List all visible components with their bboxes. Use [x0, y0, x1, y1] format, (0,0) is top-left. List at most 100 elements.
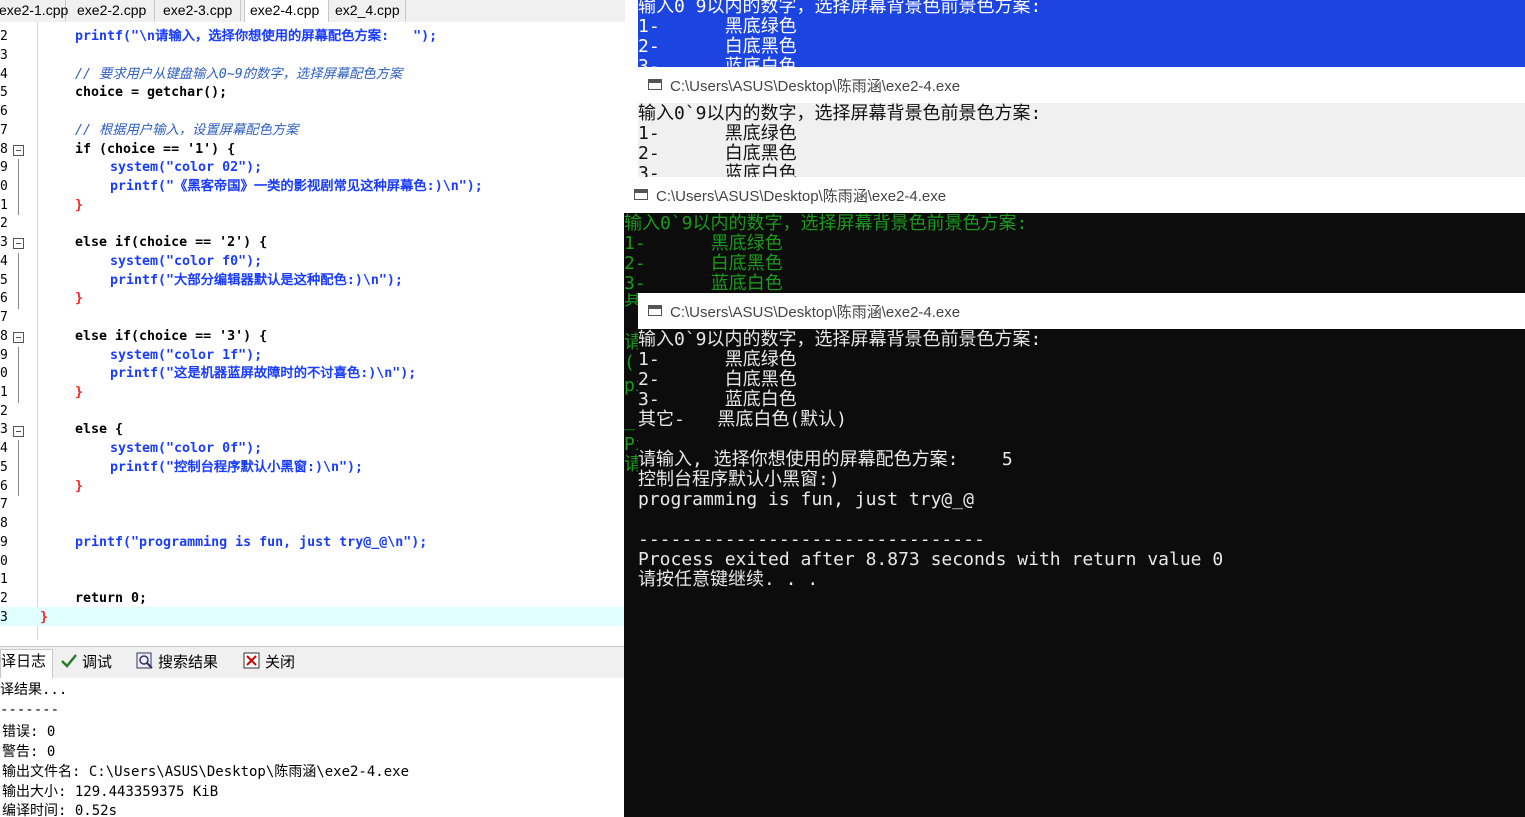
code-brace: } — [40, 610, 49, 625]
line-number: 9 — [0, 535, 8, 550]
console-line: 控制台程序默认小黑窗:) — [638, 469, 840, 490]
console-titlebar[interactable]: C:\Users\ASUS\Desktop\陈雨涵\exe2-4.exe — [624, 177, 1525, 213]
code-line: system("color 0f"); — [110, 441, 263, 456]
tab-close[interactable]: 关闭 — [243, 651, 295, 674]
code-line: return 0; — [75, 591, 148, 606]
tab-label: 调试 — [82, 654, 113, 671]
log-line: 警告: 0 — [2, 744, 56, 760]
console-line: _ — [624, 410, 635, 431]
console-line: pı — [624, 375, 638, 396]
fold-guide — [18, 347, 19, 403]
code-editor[interactable]: 2 3 4 5 6 7 8 9 0 1 2 3 4 5 6 7 8 9 0 1 … — [0, 22, 625, 640]
line-number: 9 — [0, 160, 8, 175]
tab-exe2-3[interactable]: exe2-3.cpp — [158, 0, 241, 21]
console-line: 1- 黑底绿色 — [638, 123, 797, 144]
line-number: 2 — [0, 591, 8, 606]
console-line: 3- 蓝底白色 — [638, 389, 797, 410]
line-number: 8 — [0, 516, 8, 531]
fold-toggle[interactable] — [13, 426, 24, 437]
line-number: 0 — [0, 366, 8, 381]
log-line: 译结果... — [0, 682, 68, 698]
tab-debug[interactable]: 调试 — [60, 651, 112, 674]
tab-label: 搜索结果 — [158, 654, 219, 671]
console-titlebar[interactable]: C:\Users\ASUS\Desktop\陈雨涵\exe2-4.exe — [638, 293, 1525, 329]
search-icon — [136, 652, 154, 670]
console-line: 2- 白底黑色 — [638, 36, 797, 57]
console-line: 2- 白底黑色 — [638, 369, 797, 390]
code-line: else if(choice == '2') { — [75, 235, 268, 250]
log-line: 输出大小: 129.443359375 KiB — [2, 784, 219, 800]
line-number: 4 — [0, 441, 8, 456]
line-number: 5 — [0, 273, 8, 288]
code-line: system("color f0"); — [110, 254, 263, 269]
console-line: 1- 黑底绿色 — [638, 349, 797, 370]
fold-toggle[interactable] — [13, 238, 24, 249]
log-line: 编译时间: 0.52s — [2, 803, 118, 817]
console-line: -------------------------------- — [638, 529, 985, 550]
line-number: 8 — [0, 142, 8, 157]
line-number: 5 — [0, 85, 8, 100]
tab-label: 译日志 — [1, 653, 47, 670]
line-number: 9 — [0, 348, 8, 363]
console-titlebar[interactable]: C:\Users\ASUS\Desktop\陈雨涵\exe2-4.exe — [638, 67, 1525, 103]
line-number: 6 — [0, 104, 8, 119]
line-number: 3 — [0, 235, 8, 250]
tab-search-results[interactable]: 搜索结果 — [136, 651, 218, 674]
code-comment: // 要求用户从键盘输入0~9的数字，选择屏幕配色方案 — [75, 67, 403, 82]
tab-compile-log[interactable]: 译日志 — [0, 649, 54, 678]
console-line: programming is fun, just try@_@ — [638, 489, 974, 510]
line-number: 2 — [0, 216, 8, 231]
console-line: 输入0`9以内的数字，选择屏幕背景色前景色方案: — [638, 103, 1042, 124]
code-brace: } — [75, 198, 84, 213]
line-number: 5 — [0, 460, 8, 475]
line-number: 7 — [0, 497, 8, 512]
console-line: 请按任意键继续. . . — [638, 569, 819, 590]
tab-label: 关闭 — [265, 654, 296, 671]
tab-ex2_4[interactable]: ex2_4.cpp — [330, 0, 406, 21]
code-brace: } — [75, 385, 84, 400]
line-number: 0 — [0, 179, 8, 194]
line-number: 1 — [0, 572, 8, 587]
console-window-blue[interactable]: 输入0 9以内的数字，选择屏幕背景色前景色方案: 1- 黑底绿色 2- 白底黑色… — [638, 0, 1525, 67]
console-title: C:\Users\ASUS\Desktop\陈雨涵\exe2-4.exe — [656, 188, 947, 205]
console-app-icon — [634, 189, 648, 200]
console-line: 3- 蓝底白色 — [624, 273, 783, 294]
fold-guide — [18, 159, 19, 215]
log-line: 错误: 0 — [2, 724, 56, 740]
console-line: 1- 黑底绿色 — [624, 233, 783, 254]
checkmark-icon — [60, 652, 78, 670]
console-line: 其 — [624, 293, 638, 310]
console-line: 输入0`9以内的数字，选择屏幕背景色前景色方案: — [624, 213, 1028, 234]
fold-toggle[interactable] — [13, 332, 24, 343]
line-number: 1 — [0, 385, 8, 400]
file-tab-bar: exe2-1.cpp exe2-2.cpp exe2-3.cpp exe2-4.… — [0, 0, 625, 23]
console-window-black[interactable]: C:\Users\ASUS\Desktop\陈雨涵\exe2-4.exe 输入0… — [638, 293, 1525, 817]
compile-log: 译结果... ------- 错误: 0 警告: 0 输出文件名: C:\Use… — [0, 678, 625, 817]
code-line: printf("控制台程序默认小黑窗:)\n"); — [110, 460, 364, 475]
line-number: 4 — [0, 254, 8, 269]
console-window-green[interactable]: C:\Users\ASUS\Desktop\陈雨涵\exe2-4.exe 输入0… — [624, 177, 1525, 293]
line-number: 6 — [0, 479, 8, 494]
code-brace: } — [75, 291, 84, 306]
line-number: 7 — [0, 310, 8, 325]
tab-exe2-2[interactable]: exe2-2.cpp — [72, 0, 155, 21]
console-window-white[interactable]: C:\Users\ASUS\Desktop\陈雨涵\exe2-4.exe 输入0… — [638, 67, 1525, 177]
line-number: 3 — [0, 48, 8, 63]
console-line: Process exited after 8.873 seconds with … — [638, 549, 1224, 570]
code-line: printf("《黑客帝国》一类的影视剧常见这种屏幕色:)\n"); — [110, 179, 483, 194]
console-app-icon — [648, 305, 662, 316]
tab-exe2-4[interactable]: exe2-4.cpp — [244, 0, 329, 23]
console-title: C:\Users\ASUS\Desktop\陈雨涵\exe2-4.exe — [670, 304, 961, 321]
code-line: printf("大部分编辑器默认是这种配色:)\n"); — [110, 273, 403, 288]
console-line: 输入0`9以内的数字，选择屏幕背景色前景色方案: — [638, 329, 1042, 350]
console-title: C:\Users\ASUS\Desktop\陈雨涵\exe2-4.exe — [670, 78, 961, 95]
fold-toggle[interactable] — [13, 145, 24, 156]
tab-exe2-1[interactable]: exe2-1.cpp — [0, 0, 68, 21]
log-line: 输出文件名: C:\Users\ASUS\Desktop\陈雨涵\exe2-4.… — [2, 764, 410, 780]
fold-guide — [18, 253, 19, 309]
console-window-green-edge: 其 请 ( pı _ Pı 请 — [624, 293, 638, 817]
console-line: 输入0 9以内的数字，选择屏幕背景色前景色方案: — [638, 0, 1042, 17]
current-line-highlight — [0, 607, 625, 626]
code-line: else if(choice == '3') { — [75, 329, 268, 344]
log-line: ------- — [0, 702, 60, 718]
